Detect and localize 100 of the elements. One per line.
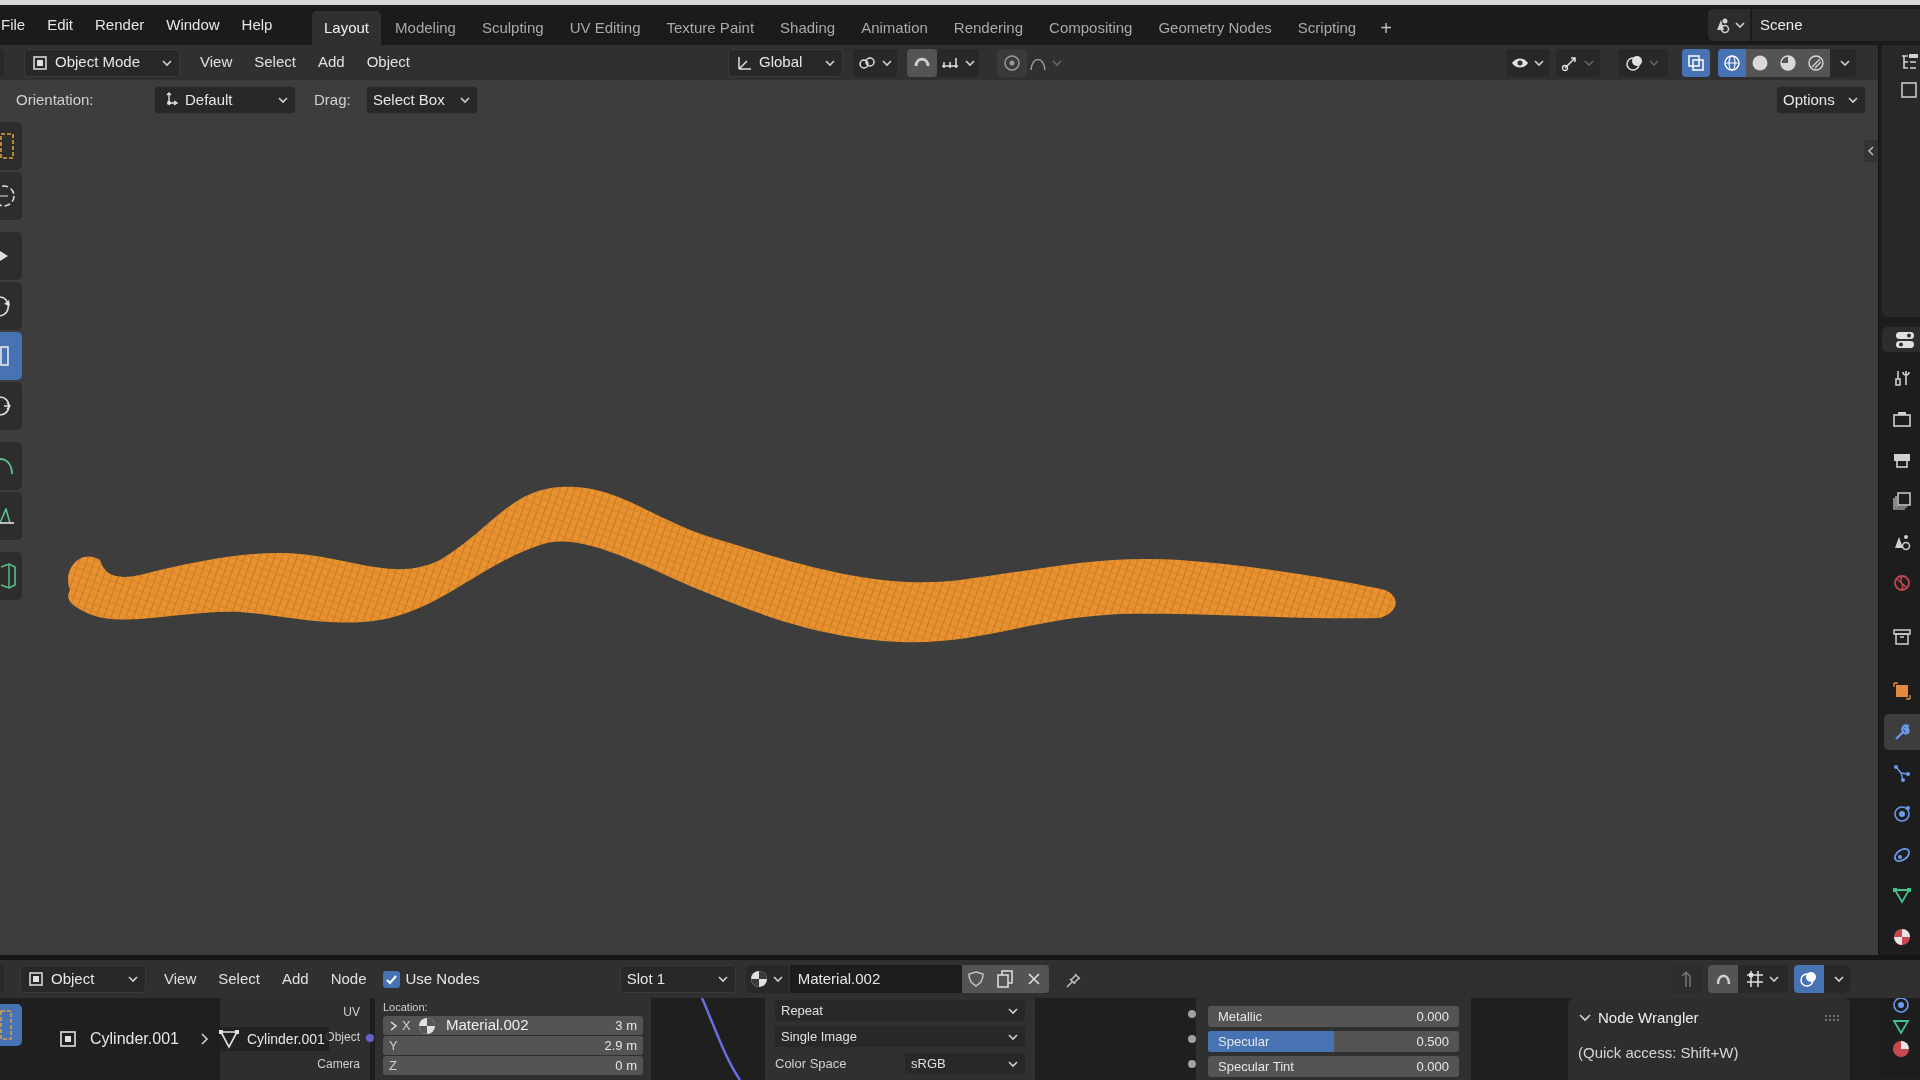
workspace-tab[interactable]: Modeling [383, 11, 468, 45]
xray-toggle[interactable] [1682, 48, 1710, 77]
workspace-tab[interactable]: Rendering [941, 11, 1036, 45]
use-nodes-checkbox[interactable] [382, 970, 400, 988]
axis-label: Z [389, 1056, 398, 1075]
socket-label: Camera [316, 1056, 360, 1073]
menu-item[interactable]: Select [254, 51, 296, 74]
image-texture-node[interactable]: Repeat Single Image Color Space sRGB [765, 998, 1035, 1080]
node-tool-button[interactable] [0, 1004, 22, 1046]
menu-item[interactable]: Select [218, 967, 260, 991]
axis-label: X [402, 1016, 412, 1035]
overlays-toggle[interactable] [1794, 965, 1824, 993]
snap-toggle[interactable] [907, 48, 937, 77]
slider-label: Metallic [1218, 1007, 1263, 1026]
menu-item[interactable]: Window [166, 13, 220, 37]
pivot-dropdown[interactable] [853, 48, 897, 77]
properties-panel-icon[interactable] [1900, 81, 1918, 99]
material-sphere-icon [749, 970, 768, 988]
panel-header[interactable]: Node Wrangler [1578, 1004, 1840, 1032]
arrow-icon [0, 251, 8, 261]
workspace-tab[interactable]: Geometry Nodes [1146, 11, 1284, 45]
workspace-tab[interactable]: Compositing [1037, 11, 1145, 45]
menu-item[interactable]: Render [95, 13, 145, 37]
proportional-edit-toggle[interactable] [997, 48, 1027, 77]
visibility-dropdown[interactable] [1506, 48, 1550, 77]
workspace-tab[interactable]: Layout [312, 11, 382, 45]
tool-button[interactable] [0, 232, 22, 280]
slider-field[interactable]: Metallic 0.000 [1208, 1006, 1459, 1027]
breadcrumb-item[interactable]: Cylinder.001 [246, 1028, 325, 1050]
outliner-icon[interactable] [1900, 53, 1918, 71]
rendered-shading-button[interactable] [1802, 48, 1830, 77]
orientation-default-dropdown[interactable]: Default [154, 86, 296, 114]
parent-node-tree-button[interactable] [1672, 965, 1702, 993]
mapping-node[interactable]: Location: X Material.002 3 m Y 2.9 m Z 0 m [375, 998, 651, 1080]
add-workspace-button[interactable]: + [1370, 11, 1402, 45]
select-box-icon [0, 1008, 14, 1042]
extension-dropdown[interactable]: Repeat [775, 1000, 1025, 1021]
grid-snap-icon [1746, 970, 1764, 988]
slider-field[interactable]: Specular 0.500 [1208, 1031, 1459, 1052]
wireframe-shading-button[interactable] [1718, 48, 1746, 77]
snap-target-dropdown[interactable] [937, 48, 979, 77]
menu-item[interactable]: File [1, 13, 26, 37]
snap-toggle[interactable] [1708, 965, 1738, 993]
menu-item[interactable]: View [164, 967, 197, 991]
fake-user-button[interactable] [961, 965, 991, 993]
tool-button[interactable] [0, 552, 22, 600]
menu-item[interactable]: Help [241, 13, 273, 37]
slider-value: 0.000 [1416, 1057, 1449, 1076]
annotate-icon [0, 458, 14, 474]
workspace-tab[interactable]: Sculpting [469, 11, 556, 45]
menu-item[interactable]: View [200, 51, 233, 74]
workspace-tab[interactable]: Shading [768, 11, 848, 45]
solid-shading-button[interactable] [1746, 48, 1774, 77]
overlays-dropdown[interactable] [1618, 48, 1668, 77]
panel-text: (Quick access: Shift+W) [1578, 1043, 1740, 1063]
material-browse-dropdown[interactable] [745, 965, 788, 993]
object-mode-icon [27, 970, 45, 988]
orbit-icon [1893, 805, 1911, 823]
color-space-dropdown[interactable]: sRGB [905, 1053, 1025, 1074]
vector-field[interactable]: X Material.002 3 m [383, 1016, 643, 1035]
tool-button[interactable] [0, 492, 22, 540]
source-dropdown[interactable]: Single Image [775, 1026, 1025, 1047]
orientation-dropdown[interactable]: Global [728, 48, 843, 77]
tool-button[interactable] [0, 382, 22, 430]
mode-dropdown[interactable]: Object Mode [24, 48, 180, 77]
menu-item[interactable]: Add [317, 51, 345, 74]
material-sphere-icon [418, 1016, 436, 1035]
drag-dropdown[interactable]: Select Box [366, 86, 478, 114]
gizmo-dropdown[interactable] [1556, 48, 1600, 77]
material-sphere-icon [1893, 928, 1911, 946]
scene-name-field[interactable]: Scene [1752, 9, 1920, 41]
tool-button[interactable] [0, 442, 22, 490]
shader-node[interactable]: Metallic 0.000 Specular 0.500 Specular Tint 0.000 [1196, 998, 1471, 1080]
slot-dropdown[interactable]: Slot 1 [619, 965, 736, 993]
workspace-tab[interactable]: Texture Paint [654, 11, 767, 45]
menu-item[interactable]: Node [330, 967, 367, 991]
workspace-tab[interactable]: UV Editing [557, 11, 653, 45]
tool-button[interactable] [0, 172, 22, 220]
menu-item[interactable]: Object [366, 51, 410, 74]
tool-button[interactable] [0, 122, 22, 170]
workspace-tab[interactable]: Animation [849, 11, 940, 45]
sidebar-toggle[interactable] [1864, 140, 1878, 162]
field-value: 0 m [615, 1056, 637, 1075]
tool-button[interactable] [0, 282, 22, 330]
editor-mode-dropdown[interactable]: Object [20, 965, 146, 993]
workspace-tab[interactable]: Scripting [1285, 11, 1369, 45]
breadcrumb-item[interactable]: Cylinder.001 [90, 1027, 179, 1051]
vector-field[interactable]: Y 2.9 m [383, 1036, 643, 1055]
chevron-right-icon [198, 1032, 211, 1046]
options-dropdown[interactable]: Options [1776, 86, 1866, 114]
unlink-button[interactable] [1019, 965, 1049, 993]
scene-selector[interactable] [1708, 9, 1750, 41]
material-name-field[interactable]: Material.002 [789, 965, 962, 993]
copy-icon [996, 970, 1015, 988]
caret-icon [1833, 973, 1845, 985]
menu-item[interactable]: Edit [47, 13, 74, 37]
triangle-mesh-icon [1893, 887, 1911, 905]
menu-item[interactable]: Add [281, 967, 309, 991]
vector-field[interactable]: Z 0 m [383, 1056, 643, 1075]
slider-field[interactable]: Specular Tint 0.000 [1208, 1056, 1459, 1077]
